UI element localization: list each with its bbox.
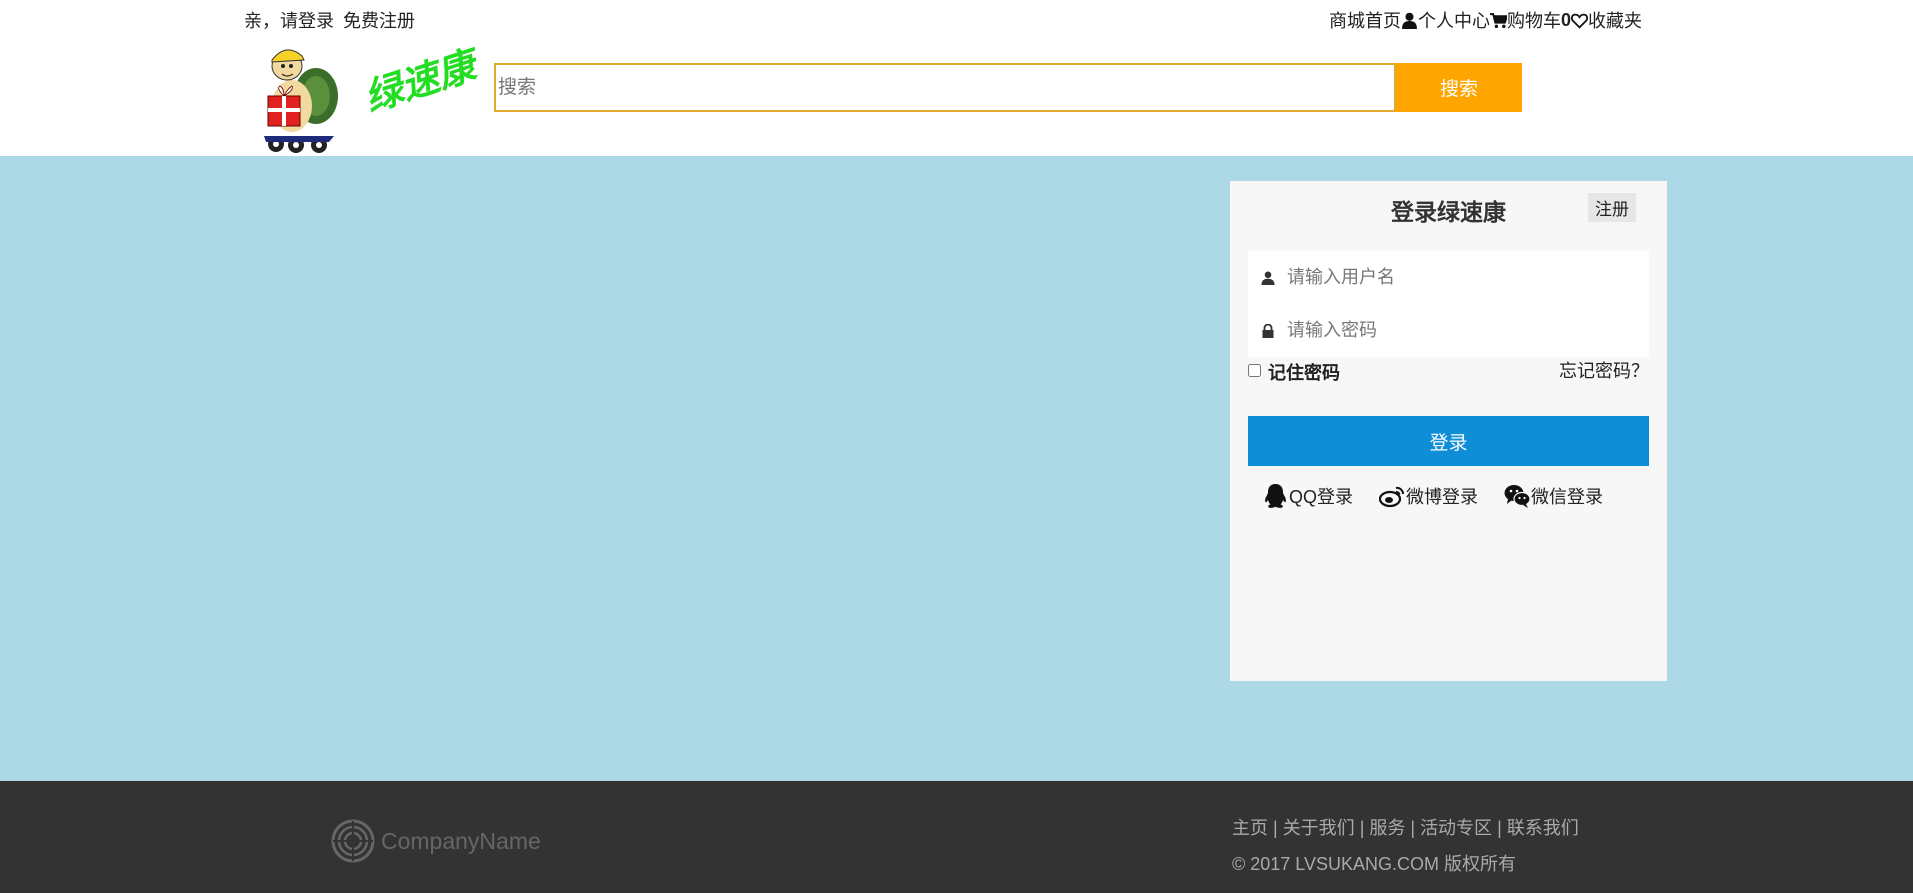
logo-text: 绿速康: [359, 44, 487, 120]
wechat-login-label: 微信登录: [1531, 487, 1604, 507]
password-field: [1248, 304, 1649, 357]
footer-link-contact[interactable]: 联系我们: [1507, 818, 1579, 838]
cart-label: 购物车: [1506, 11, 1561, 31]
login-button[interactable]: 登录: [1248, 416, 1649, 466]
main-area: 登录绿速康 注册 记住密码 忘记密码？ 登录 QQ登录 微博登录: [0, 156, 1913, 781]
qq-icon: [1265, 484, 1286, 508]
footer-nav: 主页 | 关于我们 | 服务 | 活动专区 | 联系我们: [1232, 818, 1579, 838]
register-button[interactable]: 注册: [1588, 193, 1636, 222]
user-icon: [1261, 271, 1275, 285]
user-icon: [1402, 12, 1417, 29]
footer-link-about[interactable]: 关于我们: [1283, 818, 1355, 838]
search-input[interactable]: [494, 63, 1396, 112]
remember-password[interactable]: 记住密码: [1248, 359, 1340, 385]
footer-link-promotions[interactable]: 活动专区: [1420, 818, 1492, 838]
user-center-label: 个人中心: [1417, 11, 1490, 31]
search-button[interactable]: 搜索: [1396, 63, 1522, 112]
company-name: CompanyName: [381, 827, 541, 854]
qq-login-label: QQ登录: [1289, 487, 1354, 507]
login-panel: 登录绿速康 注册 记住密码 忘记密码？ 登录 QQ登录 微博登录: [1230, 181, 1667, 681]
mall-home-link[interactable]: 商城首页: [1329, 7, 1401, 33]
company-logo: CompanyName: [331, 819, 541, 863]
mall-home-label: 商城首页: [1328, 11, 1401, 31]
user-center-link[interactable]: 个人中心: [1401, 7, 1490, 33]
qq-login-link[interactable]: QQ登录: [1262, 483, 1353, 509]
topbar-right: 商城首页 个人中心 购物车 0 收藏夹: [1329, 7, 1642, 33]
heart-icon: [1571, 13, 1588, 29]
favorites-label: 收藏夹: [1588, 11, 1642, 31]
cart-icon: [1489, 12, 1507, 28]
lock-icon: [1262, 323, 1274, 338]
remember-checkbox[interactable]: [1248, 363, 1261, 377]
username-input[interactable]: [1287, 267, 1627, 288]
footer-link-home[interactable]: 主页: [1232, 818, 1268, 838]
wechat-login-link[interactable]: 微信登录: [1504, 483, 1603, 509]
wechat-icon: [1504, 485, 1531, 508]
cart-link[interactable]: 购物车 0: [1489, 7, 1571, 33]
weibo-login-label: 微博登录: [1406, 487, 1479, 507]
social-login: QQ登录 微博登录 微信登录: [1262, 483, 1629, 509]
forgot-password-link[interactable]: 忘记密码？: [1559, 357, 1649, 383]
site-logo[interactable]: 绿速康: [254, 44, 492, 154]
login-prompt-link[interactable]: 亲，请登录: [244, 11, 334, 31]
footer-link-services[interactable]: 服务: [1369, 818, 1405, 838]
company-logo-icon: [331, 819, 375, 863]
copyright: © 2017 LVSUKANG.COM 版权所有: [1232, 854, 1517, 874]
weibo-icon: [1379, 486, 1405, 508]
free-register-link[interactable]: 免费注册: [343, 11, 415, 31]
footer: CompanyName 主页 | 关于我们 | 服务 | 活动专区 | 联系我们 © 2017 …: [0, 781, 1913, 893]
username-field: [1248, 251, 1649, 304]
top-bar: 亲，请登录 免费注册 商城首页 个人中心 购物车 0 收藏夹: [0, 0, 1913, 36]
password-input[interactable]: [1287, 320, 1627, 341]
weibo-login-link[interactable]: 微博登录: [1379, 483, 1478, 509]
topbar-left: 亲，请登录 免费注册: [244, 7, 419, 33]
cart-count: 0: [1560, 9, 1571, 30]
favorites-link[interactable]: 收藏夹: [1571, 7, 1642, 33]
remember-label: 记住密码: [1268, 363, 1340, 383]
header: 绿速康 搜索: [0, 36, 1913, 156]
